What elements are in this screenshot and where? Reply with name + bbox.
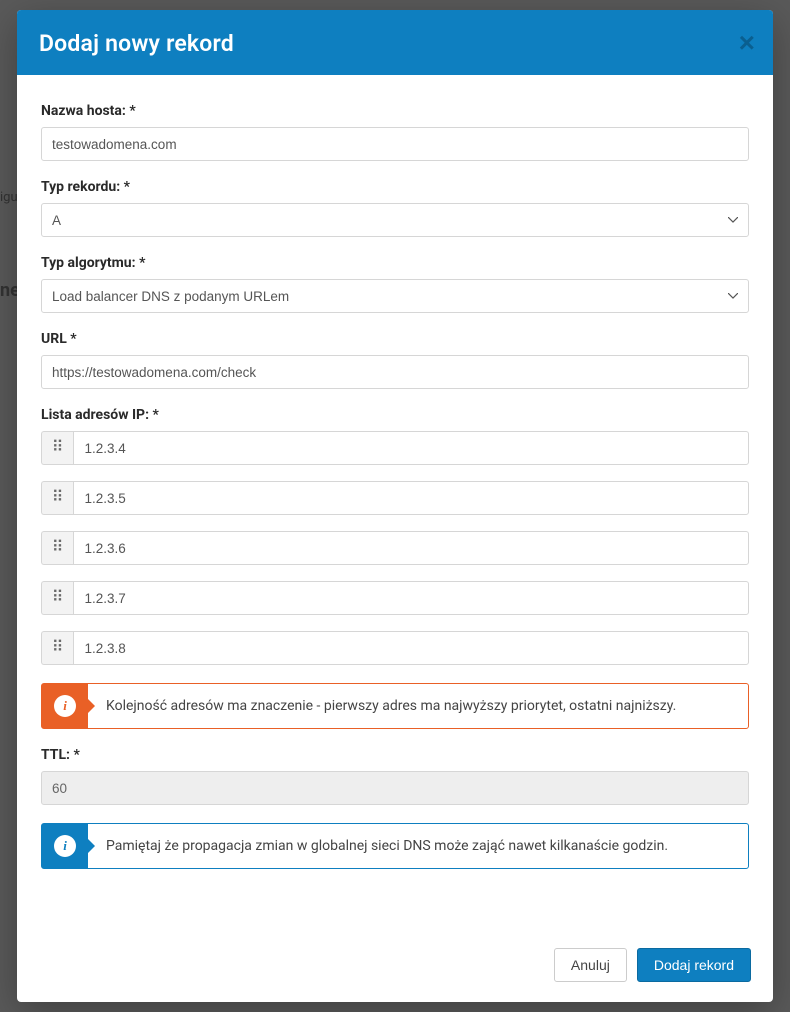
modal-body: Nazwa hosta: * Typ rekordu: * A Typ algo…: [17, 75, 773, 932]
algorithm-type-group: Typ algorytmu: * Load balancer DNS z pod…: [41, 255, 749, 313]
ip-list-group: Lista adresów IP: *: [41, 407, 749, 665]
ip-row: [41, 431, 749, 465]
ip-row: [41, 481, 749, 515]
hostname-label: Nazwa hosta: *: [41, 103, 749, 119]
record-type-select[interactable]: A: [41, 203, 749, 237]
drag-handle-icon[interactable]: [41, 431, 73, 465]
ip-input[interactable]: [73, 631, 749, 665]
submit-button[interactable]: Dodaj rekord: [637, 948, 751, 982]
info-icon: i: [42, 684, 88, 728]
url-group: URL *: [41, 331, 749, 389]
order-info-text: Kolejność adresów ma znaczenie - pierwsz…: [88, 684, 748, 728]
ttl-group: TTL: *: [41, 747, 749, 805]
drag-handle-icon[interactable]: [41, 581, 73, 615]
add-record-modal: Dodaj nowy rekord × Nazwa hosta: * Typ r…: [17, 10, 773, 1002]
info-icon: i: [42, 824, 88, 868]
order-info-alert: i Kolejność adresów ma znaczenie - pierw…: [41, 683, 749, 729]
algorithm-type-select[interactable]: Load balancer DNS z podanym URLem: [41, 279, 749, 313]
ttl-input: [41, 771, 749, 805]
ip-row: [41, 581, 749, 615]
drag-handle-icon[interactable]: [41, 531, 73, 565]
propagation-info-alert: i Pamiętaj że propagacja zmian w globaln…: [41, 823, 749, 869]
modal-header: Dodaj nowy rekord ×: [17, 10, 773, 75]
hostname-group: Nazwa hosta: *: [41, 103, 749, 161]
drag-handle-icon[interactable]: [41, 481, 73, 515]
modal-title: Dodaj nowy rekord: [39, 30, 751, 57]
ip-list-label: Lista adresów IP: *: [41, 407, 749, 423]
modal-footer: Anuluj Dodaj rekord: [17, 932, 773, 1002]
record-type-label: Typ rekordu: *: [41, 179, 749, 195]
ip-row: [41, 531, 749, 565]
propagation-info-text: Pamiętaj że propagacja zmian w globalnej…: [88, 824, 748, 868]
cancel-button[interactable]: Anuluj: [554, 948, 627, 982]
background-text: igu: [0, 190, 18, 205]
ip-list: [41, 431, 749, 665]
ip-row: [41, 631, 749, 665]
ip-input[interactable]: [73, 431, 749, 465]
ip-input[interactable]: [73, 531, 749, 565]
ip-input[interactable]: [73, 481, 749, 515]
url-input[interactable]: [41, 355, 749, 389]
record-type-group: Typ rekordu: * A: [41, 179, 749, 237]
drag-handle-icon[interactable]: [41, 631, 73, 665]
close-icon[interactable]: ×: [739, 29, 755, 57]
algorithm-type-label: Typ algorytmu: *: [41, 255, 749, 271]
ttl-label: TTL: *: [41, 747, 749, 763]
url-label: URL *: [41, 331, 749, 347]
ip-input[interactable]: [73, 581, 749, 615]
hostname-input[interactable]: [41, 127, 749, 161]
